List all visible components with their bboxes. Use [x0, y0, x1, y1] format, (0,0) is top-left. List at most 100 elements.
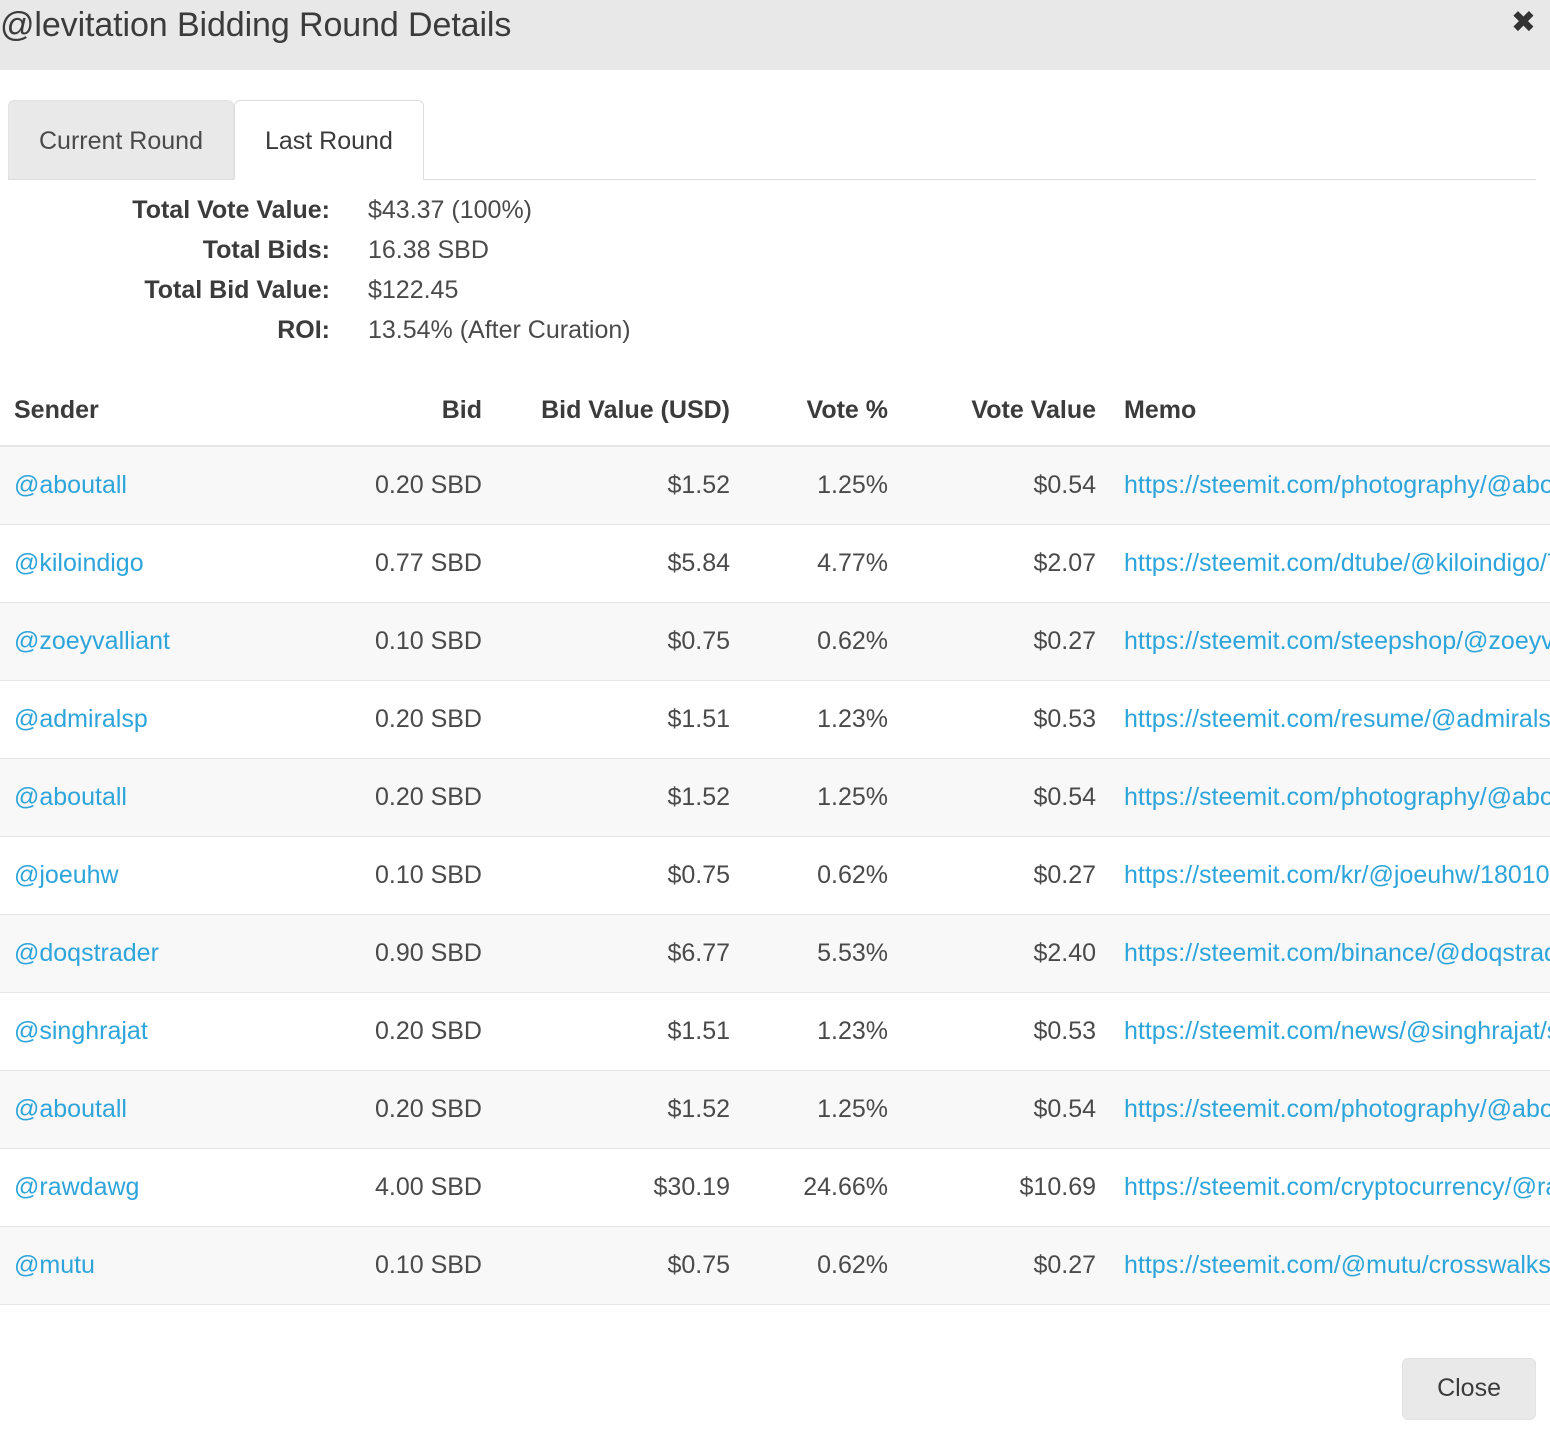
- tab-bar: Current Round Last Round: [0, 98, 1550, 180]
- cell-vote-value: $2.07: [902, 524, 1110, 603]
- total-bid-value-label: Total Bid Value:: [144, 276, 330, 304]
- cell-bid: 0.10 SBD: [298, 1226, 496, 1305]
- cell-bid-value: $1.52: [496, 446, 744, 525]
- sender-link[interactable]: @singhrajat: [14, 1017, 148, 1045]
- cell-sender: @aboutall: [0, 758, 298, 837]
- cell-memo: https://steemit.com/binance/@doqstrade: [1110, 914, 1550, 993]
- modal-footer: Close: [0, 1334, 1550, 1444]
- total-vote-value-value: $43.37 (100%): [368, 196, 533, 224]
- cell-memo: https://steemit.com/dtube/@kiloindigo/7u: [1110, 524, 1550, 603]
- cell-bid-value: $5.84: [496, 524, 744, 603]
- roi-value: 13.54% (After Curation): [368, 316, 631, 344]
- memo-link[interactable]: https://steemit.com/kr/@joeuhw/180106: [1124, 861, 1550, 890]
- total-vote-value-label: Total Vote Value:: [132, 196, 330, 224]
- cell-bid: 0.20 SBD: [298, 1070, 496, 1149]
- modal-body: Current Round Last Round Total Vote Valu…: [0, 70, 1550, 1334]
- tab-current-round[interactable]: Current Round: [8, 100, 234, 180]
- cell-vote-pct: 0.62%: [744, 602, 902, 681]
- cell-vote-pct: 1.23%: [744, 992, 902, 1071]
- memo-link[interactable]: https://steemit.com/photography/@about: [1124, 783, 1550, 812]
- page-title: @levitation Bidding Round Details: [0, 6, 512, 44]
- roi-label: ROI:: [277, 316, 330, 344]
- table-row: @aboutall 0.20 SBD $1.52 1.25% $0.54 https://…: [0, 1070, 1550, 1149]
- cell-sender: @rawdawg: [0, 1148, 298, 1227]
- memo-link[interactable]: https://steemit.com/steepshop/@zoeyval: [1124, 627, 1550, 656]
- close-x-icon[interactable]: ✖: [1511, 6, 1536, 40]
- column-header-bid-value: Bid Value (USD): [496, 384, 744, 447]
- table-header-row: Sender Bid Bid Value (USD) Vote % Vote V…: [0, 384, 1550, 447]
- cell-vote-value: $0.53: [902, 992, 1110, 1071]
- sender-link[interactable]: @mutu: [14, 1251, 95, 1279]
- memo-link[interactable]: https://steemit.com/resume/@admiralsp/: [1124, 705, 1550, 734]
- sender-link[interactable]: @admiralsp: [14, 705, 148, 733]
- cell-sender: @doqstrader: [0, 914, 298, 993]
- bidding-round-details-modal: @levitation Bidding Round Details ✖ Curr…: [0, 0, 1550, 1444]
- sender-link[interactable]: @doqstrader: [14, 939, 159, 967]
- cell-bid-value: $1.51: [496, 680, 744, 759]
- cell-bid-value: $0.75: [496, 1226, 744, 1305]
- cell-bid: 4.00 SBD: [298, 1148, 496, 1227]
- cell-vote-pct: 0.62%: [744, 836, 902, 915]
- cell-vote-value: $0.27: [902, 836, 1110, 915]
- cell-bid: 0.20 SBD: [298, 680, 496, 759]
- bids-table: Sender Bid Bid Value (USD) Vote % Vote V…: [0, 384, 1550, 1305]
- cell-sender: @kiloindigo: [0, 524, 298, 603]
- cell-memo: https://steemit.com/news/@singhrajat/sm: [1110, 992, 1550, 1071]
- cell-memo: https://steemit.com/resume/@admiralsp/: [1110, 680, 1550, 759]
- close-button[interactable]: Close: [1402, 1358, 1536, 1420]
- summary-row-total-bids: Total Bids: 16.38 SBD: [0, 236, 1550, 276]
- cell-memo: https://steemit.com/kr/@joeuhw/180106: [1110, 836, 1550, 915]
- table-row: @singhrajat 0.20 SBD $1.51 1.23% $0.53 https:…: [0, 992, 1550, 1071]
- bids-table-wrapper: Sender Bid Bid Value (USD) Vote % Vote V…: [0, 384, 1550, 1305]
- sender-link[interactable]: @aboutall: [14, 783, 127, 811]
- sender-link[interactable]: @rawdawg: [14, 1173, 139, 1201]
- table-row: @mutu 0.10 SBD $0.75 0.62% $0.27 https://stee…: [0, 1226, 1550, 1305]
- cell-memo: https://steemit.com/@mutu/crosswalks-: [1110, 1226, 1550, 1305]
- cell-bid-value: $6.77: [496, 914, 744, 993]
- cell-sender: @aboutall: [0, 446, 298, 525]
- cell-bid-value: $30.19: [496, 1148, 744, 1227]
- cell-bid-value: $0.75: [496, 602, 744, 681]
- cell-vote-value: $0.27: [902, 602, 1110, 681]
- sender-link[interactable]: @aboutall: [14, 1095, 127, 1123]
- sender-link[interactable]: @kiloindigo: [14, 549, 144, 577]
- sender-link[interactable]: @joeuhw: [14, 861, 119, 889]
- memo-link[interactable]: https://steemit.com/@mutu/crosswalks-: [1124, 1251, 1550, 1280]
- sender-link[interactable]: @zoeyvalliant: [14, 627, 170, 655]
- cell-bid-value: $1.52: [496, 1070, 744, 1149]
- table-row: @aboutall 0.20 SBD $1.52 1.25% $0.54 https://…: [0, 446, 1550, 525]
- cell-vote-pct: 1.23%: [744, 680, 902, 759]
- table-row: @admiralsp 0.20 SBD $1.51 1.23% $0.53 https:/…: [0, 680, 1550, 759]
- cell-memo: https://steemit.com/steepshop/@zoeyval: [1110, 602, 1550, 681]
- memo-link[interactable]: https://steemit.com/binance/@doqstrade: [1124, 939, 1550, 968]
- cell-memo: https://steemit.com/photography/@about: [1110, 758, 1550, 837]
- tab-strip: Current Round Last Round: [8, 98, 1550, 180]
- cell-bid: 0.77 SBD: [298, 524, 496, 603]
- cell-vote-value: $0.53: [902, 680, 1110, 759]
- cell-bid: 0.90 SBD: [298, 914, 496, 993]
- table-row: @rawdawg 4.00 SBD $30.19 24.66% $10.69 https:…: [0, 1148, 1550, 1227]
- summary-row-total-bid-value: Total Bid Value: $122.45: [0, 276, 1550, 316]
- table-row: @aboutall 0.20 SBD $1.52 1.25% $0.54 https://…: [0, 758, 1550, 837]
- table-row: @zoeyvalliant 0.10 SBD $0.75 0.62% $0.27 http…: [0, 602, 1550, 681]
- cell-vote-value: $2.40: [902, 914, 1110, 993]
- cell-vote-value: $0.27: [902, 1226, 1110, 1305]
- cell-sender: @joeuhw: [0, 836, 298, 915]
- column-header-vote-value: Vote Value: [902, 384, 1110, 447]
- memo-link[interactable]: https://steemit.com/cryptocurrency/@raw: [1124, 1173, 1550, 1202]
- memo-link[interactable]: https://steemit.com/photography/@about: [1124, 1095, 1550, 1124]
- memo-link[interactable]: https://steemit.com/dtube/@kiloindigo/7u: [1124, 549, 1550, 578]
- tab-last-round[interactable]: Last Round: [233, 100, 424, 180]
- cell-vote-pct: 1.25%: [744, 1070, 902, 1149]
- memo-link[interactable]: https://steemit.com/news/@singhrajat/sm: [1124, 1017, 1550, 1046]
- cell-bid: 0.20 SBD: [298, 758, 496, 837]
- cell-vote-pct: 4.77%: [744, 524, 902, 603]
- column-header-bid: Bid: [298, 384, 496, 447]
- round-summary: Total Vote Value: $43.37 (100%) Total Bi…: [0, 196, 1550, 356]
- summary-row-roi: ROI: 13.54% (After Curation): [0, 316, 1550, 356]
- cell-bid: 0.10 SBD: [298, 836, 496, 915]
- sender-link[interactable]: @aboutall: [14, 471, 127, 499]
- memo-link[interactable]: https://steemit.com/photography/@about: [1124, 471, 1550, 500]
- table-row: @kiloindigo 0.77 SBD $5.84 4.77% $2.07 https:…: [0, 524, 1550, 603]
- cell-vote-value: $0.54: [902, 446, 1110, 525]
